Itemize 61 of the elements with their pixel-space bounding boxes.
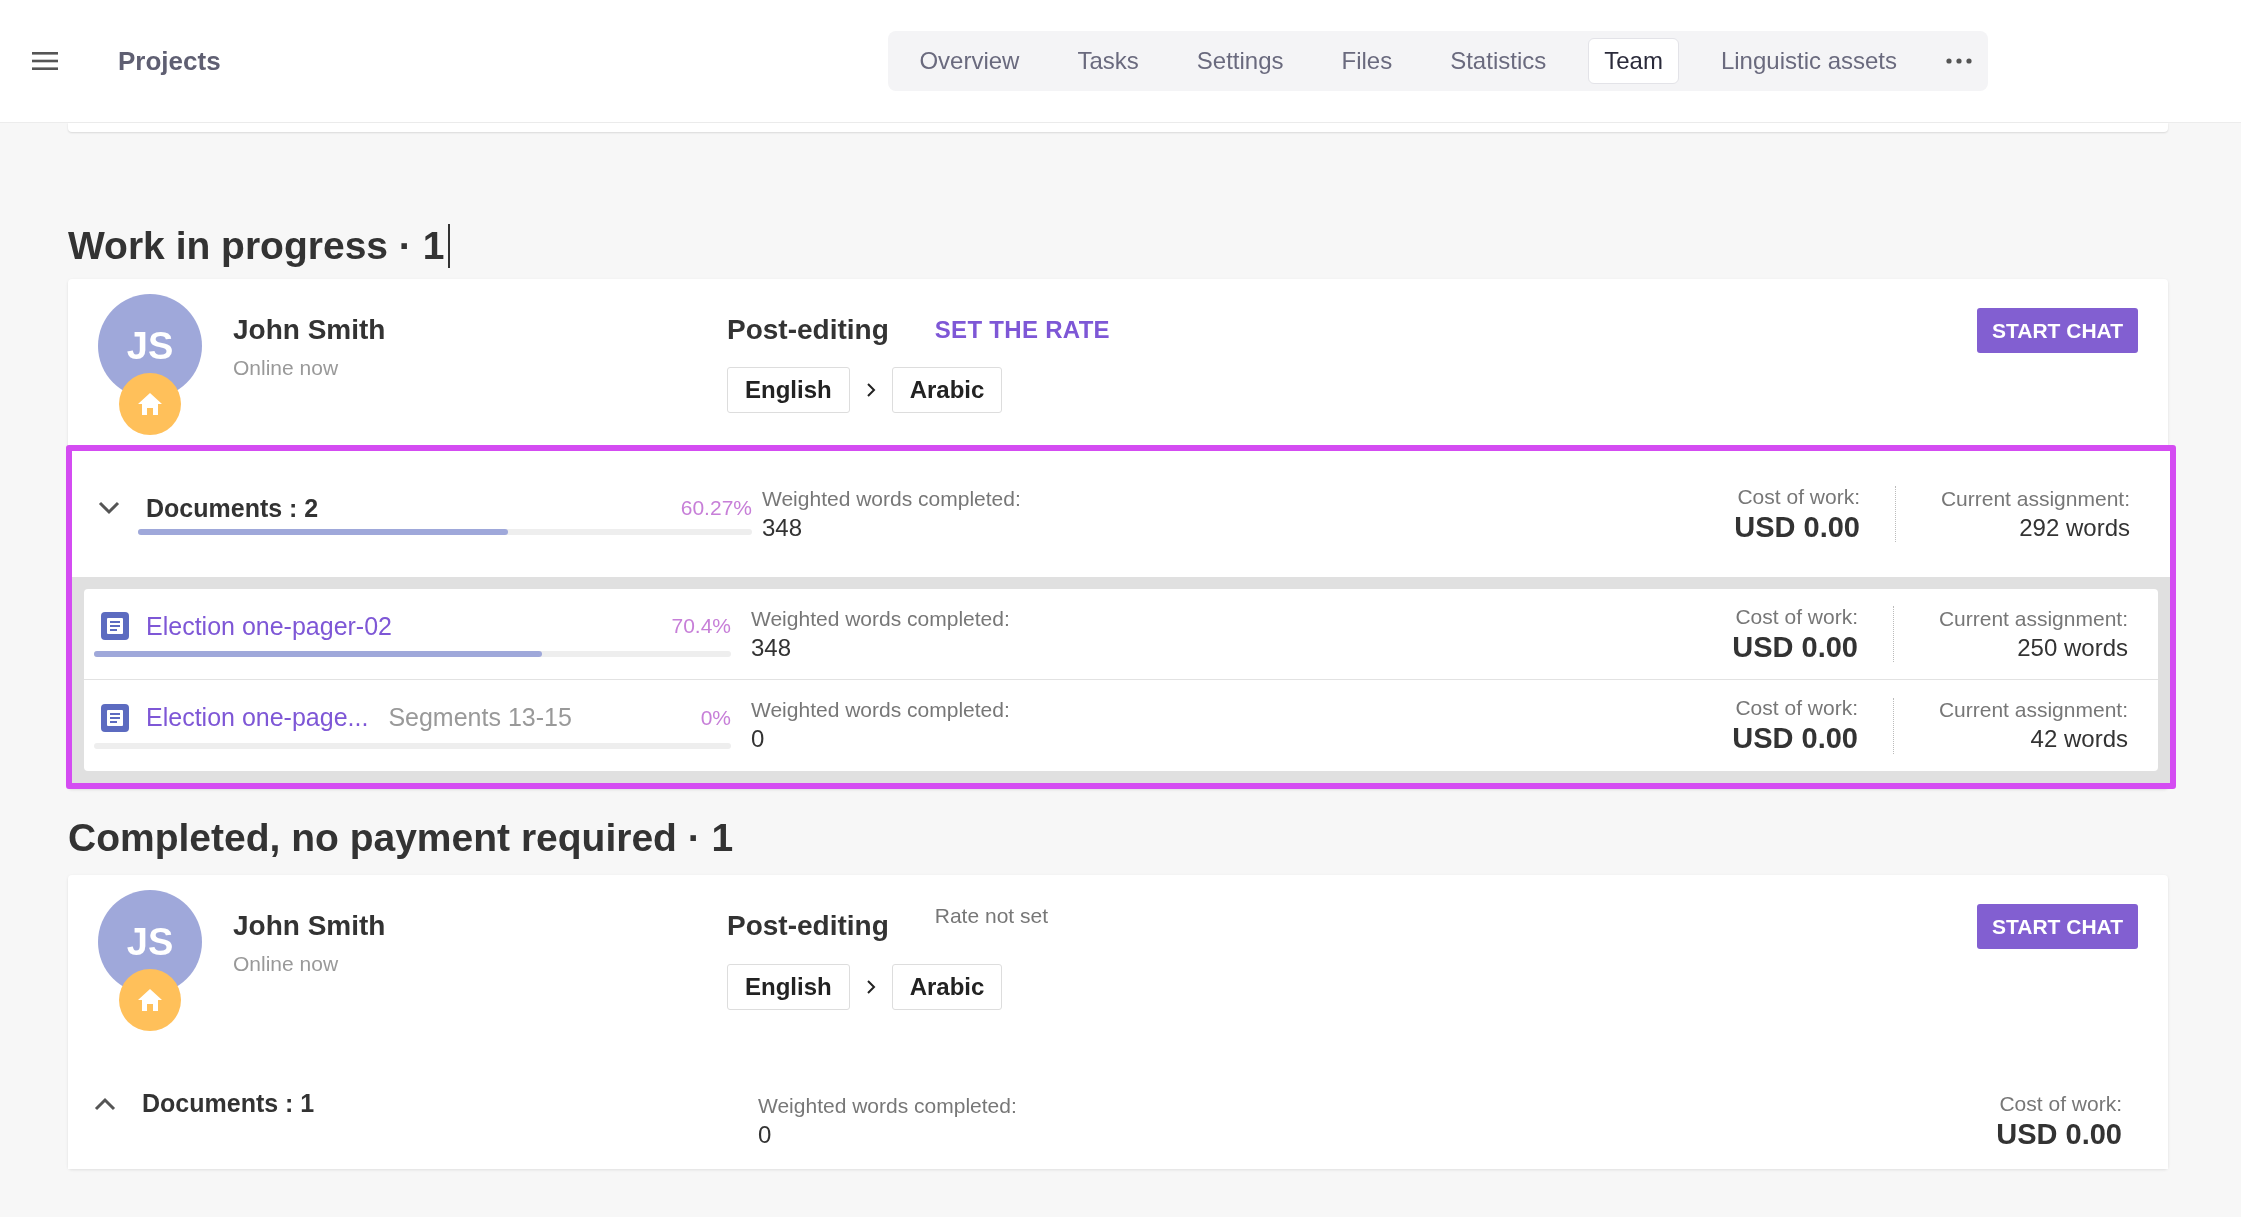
tab[interactable]: Files	[1325, 38, 1409, 84]
tab[interactable]: Settings	[1180, 38, 1300, 84]
documents-count: Documents : 1	[142, 1089, 315, 1118]
cost-label: Cost of work:	[1737, 484, 1860, 509]
cost-label: Cost of work:	[1735, 604, 1858, 629]
section-heading: Work in progress · 1	[68, 224, 445, 268]
user-name: John Smith	[233, 314, 387, 346]
progress-percent: 0%	[700, 705, 731, 730]
cost-value: USD 0.00	[1996, 1117, 2122, 1151]
weighted-words-label: Weighted words completed:	[751, 606, 1010, 631]
cost-value: USD 0.00	[1732, 630, 1858, 664]
start-chat-button[interactable]: START CHAT	[1976, 308, 2138, 353]
segments-range: Segments 13-15	[388, 703, 572, 732]
document-icon	[100, 702, 130, 733]
user-status: Online now	[233, 356, 340, 380]
chevron-right-icon	[865, 979, 876, 995]
tab[interactable]: Statistics	[1434, 38, 1563, 84]
tab[interactable]: Tasks	[1061, 38, 1155, 84]
tab[interactable]: Team	[1588, 38, 1679, 84]
assignment-label: Current assignment:	[1938, 698, 2128, 722]
progress-percent: 60.27%	[680, 496, 752, 520]
source-language: English	[727, 964, 850, 1010]
cost-label: Cost of work:	[1735, 696, 1858, 720]
section-heading: Completed, no payment required · 1	[68, 816, 734, 860]
tab[interactable]: Overview	[903, 38, 1036, 84]
assignment-label: Current assignment:	[1938, 606, 2128, 631]
cost-value: USD 0.00	[1732, 722, 1858, 755]
source-language: English	[727, 367, 850, 413]
chevron-down-icon	[98, 501, 120, 515]
weighted-words-label: Weighted words completed:	[762, 486, 1021, 511]
tab[interactable]: Linguistic assets	[1704, 38, 1913, 84]
chevron-right-icon	[865, 382, 876, 398]
assignment-label: Current assignment:	[1940, 486, 2130, 511]
user-name: John Smith	[233, 910, 387, 942]
menu-icon[interactable]	[32, 51, 58, 71]
cost-label: Cost of work:	[1999, 1091, 2122, 1116]
rate-note: Rate not set	[934, 904, 1048, 928]
progress-percent: 70.4%	[671, 614, 731, 638]
assignment-value: 250 words	[2017, 633, 2128, 662]
document-link[interactable]: Election one-page...	[146, 703, 369, 732]
weighted-words-value: 0	[758, 1120, 772, 1149]
weighted-words-label: Weighted words completed:	[751, 698, 1010, 722]
weighted-words-value: 0	[751, 725, 765, 753]
chevron-up-icon	[94, 1096, 116, 1111]
assignment-value: 42 words	[2030, 725, 2128, 753]
set-rate-link[interactable]: SET THE RATE	[934, 316, 1110, 344]
service-name: Post-editing	[727, 910, 889, 942]
service-name: Post-editing	[727, 314, 889, 346]
page-title: Projects	[118, 45, 221, 77]
weighted-words-label: Weighted words completed:	[758, 1093, 1017, 1118]
assignment-value: 292 words	[2019, 513, 2130, 542]
cost-value: USD 0.00	[1734, 510, 1860, 544]
target-language: Arabic	[891, 964, 1003, 1010]
document-icon	[100, 611, 130, 641]
weighted-words-value: 348	[762, 513, 803, 542]
documents-count: Documents : 2	[146, 493, 319, 523]
user-status: Online now	[233, 952, 340, 976]
target-language: Arabic	[891, 367, 1003, 413]
start-chat-button[interactable]: START CHAT	[1976, 904, 2138, 949]
weighted-words-value: 348	[751, 633, 792, 662]
document-link[interactable]: Election one-pager-02	[146, 611, 392, 641]
